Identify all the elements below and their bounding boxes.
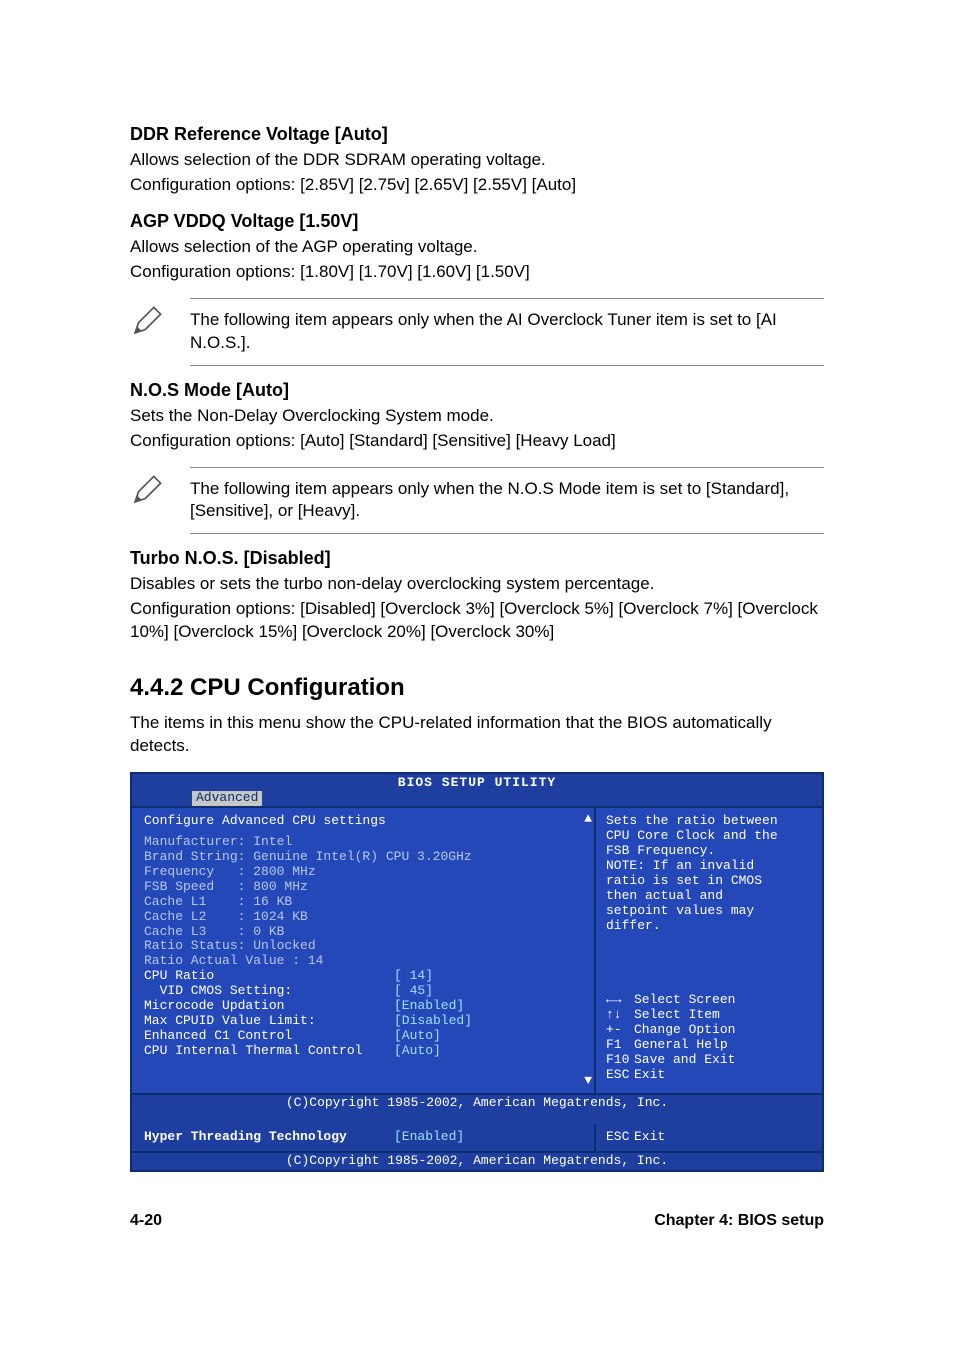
heading-turbo: Turbo N.O.S. [Disabled] bbox=[130, 548, 824, 569]
scroll-up-icon[interactable]: ▲ bbox=[584, 812, 592, 827]
bios-hint-1: Sets the ratio between bbox=[606, 814, 816, 829]
page-number: 4-20 bbox=[130, 1212, 162, 1230]
bios-item-0[interactable]: CPU Ratio[ 14] bbox=[144, 969, 586, 984]
bios-info-3: FSB Speed : 800 MHz bbox=[144, 880, 586, 895]
bios-info-9: Ratio Status: Unlocked bbox=[144, 939, 586, 954]
page-content: DDR Reference Voltage [Auto] Allows sele… bbox=[0, 0, 954, 1270]
bios-title: BIOS SETUP UTILITY bbox=[132, 774, 822, 791]
bios-screenshot: BIOS SETUP UTILITY Advanced ▲ Configure … bbox=[130, 772, 824, 1172]
bios-tab-advanced[interactable]: Advanced bbox=[192, 791, 262, 806]
page-footer: 4-20 Chapter 4: BIOS setup bbox=[130, 1212, 824, 1230]
bios-hint-6: then actual and bbox=[606, 889, 816, 904]
heading-nos: N.O.S Mode [Auto] bbox=[130, 380, 824, 401]
bios-item-3[interactable]: Max CPUID Value Limit:[Disabled] bbox=[144, 1014, 586, 1029]
bios-copyright-2: (C)Copyright 1985-2002, American Megatre… bbox=[132, 1151, 822, 1170]
text-ddr-2: Configuration options: [2.85V] [2.75v] [… bbox=[130, 174, 824, 197]
text-nos-1: Sets the Non-Delay Overclocking System m… bbox=[130, 405, 824, 428]
pencil-icon bbox=[130, 304, 170, 338]
bios-info-6: Cache L2 : 1024 KB bbox=[144, 910, 586, 925]
bios-item-4[interactable]: Enhanced C1 Control[Auto] bbox=[144, 1029, 586, 1044]
text-ddr-1: Allows selection of the DDR SDRAM operat… bbox=[130, 149, 824, 172]
note-block-2: The following item appears only when the… bbox=[130, 467, 824, 535]
bios-hint-8: differ. bbox=[606, 919, 816, 934]
heading-cpu-config: 4.4.2 CPU Configuration bbox=[130, 674, 824, 702]
bios-info-1: Brand String: Genuine Intel(R) CPU 3.20G… bbox=[144, 850, 586, 865]
bios-hint-4: NOTE: If an invalid bbox=[606, 859, 816, 874]
bios-copyright-1: (C)Copyright 1985-2002, American Megatre… bbox=[132, 1093, 822, 1112]
bios-info-7: Cache L3 : 0 KB bbox=[144, 925, 586, 940]
bios-info-0: Manufacturer: Intel bbox=[144, 835, 586, 850]
bios-tabs: Advanced bbox=[132, 791, 822, 806]
heading-ddr: DDR Reference Voltage [Auto] bbox=[130, 124, 824, 145]
pencil-icon bbox=[130, 473, 170, 507]
text-turbo-1: Disables or sets the turbo non-delay ove… bbox=[130, 573, 824, 596]
bios-left-pane: ▲ Configure Advanced CPU settings Manufa… bbox=[132, 808, 596, 1093]
scroll-down-icon[interactable]: ▼ bbox=[584, 1074, 592, 1089]
bios-info-2: Frequency : 2800 MHz bbox=[144, 865, 586, 880]
heading-agp: AGP VDDQ Voltage [1.50V] bbox=[130, 211, 824, 232]
note-text-2: The following item appears only when the… bbox=[190, 467, 824, 535]
bios-hint-7: setpoint values may bbox=[606, 904, 816, 919]
bios-item-2[interactable]: Microcode Updation[Enabled] bbox=[144, 999, 586, 1014]
bios-hint-5: ratio is set in CMOS bbox=[606, 874, 816, 889]
bios-info-5: Cache L1 : 16 KB bbox=[144, 895, 586, 910]
bios-left-header: Configure Advanced CPU settings bbox=[144, 814, 586, 829]
text-agp-1: Allows selection of the AGP operating vo… bbox=[130, 236, 824, 259]
bios-hint-3: FSB Frequency. bbox=[606, 844, 816, 859]
chapter-label: Chapter 4: BIOS setup bbox=[654, 1212, 824, 1230]
text-nos-2: Configuration options: [Auto] [Standard]… bbox=[130, 430, 824, 453]
text-turbo-2: Configuration options: [Disabled] [Overc… bbox=[130, 598, 824, 644]
text-cpu-config-intro: The items in this menu show the CPU-rela… bbox=[130, 712, 824, 758]
bios-info-10: Ratio Actual Value : 14 bbox=[144, 954, 586, 969]
bios-hyperthread-item[interactable]: Hyper Threading Technology[Enabled] bbox=[144, 1130, 586, 1145]
bios-key-legend: ←→Select Screen ↑↓Select Item +-Change O… bbox=[606, 993, 816, 1083]
note-text-1: The following item appears only when the… bbox=[190, 298, 824, 366]
text-agp-2: Configuration options: [1.80V] [1.70V] [… bbox=[130, 261, 824, 284]
bios-item-1[interactable]: VID CMOS Setting:[ 45] bbox=[144, 984, 586, 999]
bios-item-5[interactable]: CPU Internal Thermal Control[Auto] bbox=[144, 1044, 586, 1059]
bios-hint-2: CPU Core Clock and the bbox=[606, 829, 816, 844]
bios-lower-row: Hyper Threading Technology[Enabled] ESCE… bbox=[132, 1124, 822, 1151]
note-block-1: The following item appears only when the… bbox=[130, 298, 824, 366]
bios-right-pane: Sets the ratio between CPU Core Clock an… bbox=[596, 808, 822, 1093]
